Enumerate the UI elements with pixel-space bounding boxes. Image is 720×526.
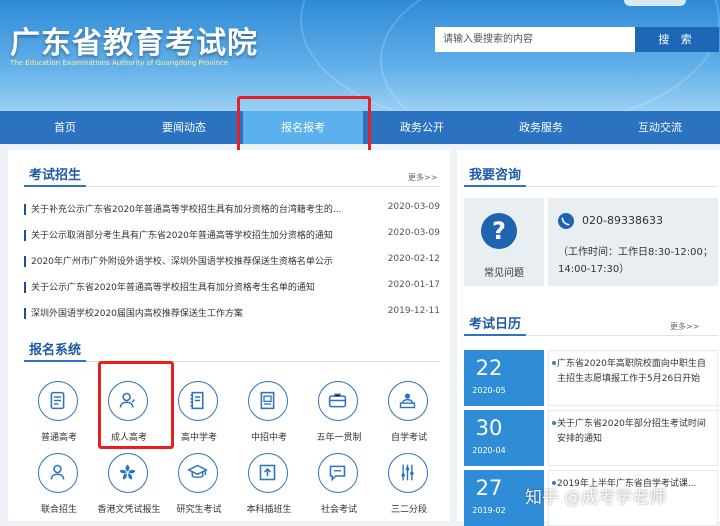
- nav-item-gov-services[interactable]: 政务服务: [481, 111, 601, 144]
- sys-item-three-two[interactable]: 三二分段: [379, 453, 439, 515]
- form-icon: [248, 381, 288, 421]
- site-logo-title[interactable]: 广东省教育考试院: [10, 18, 258, 62]
- sys-item-five-year[interactable]: 五年一贯制: [309, 381, 369, 443]
- phone-number: 020-89338633: [582, 214, 663, 227]
- document-icon: [38, 381, 78, 421]
- site-logo-subtitle: The Education Examinations Authority of …: [10, 59, 229, 67]
- reg-system-title: 报名系统: [29, 343, 82, 358]
- exam-recruit-more-link[interactable]: 更多>>: [408, 172, 437, 183]
- sys-item-postgrad[interactable]: 研究生考试: [169, 453, 229, 515]
- search-button[interactable]: 搜 索: [635, 27, 719, 52]
- sys-item-hkdse[interactable]: 香港文凭试报生: [97, 453, 161, 515]
- calendar-date: 30 2020-04: [464, 410, 544, 466]
- search-input[interactable]: [435, 27, 635, 52]
- calendar-title: 考试日历: [469, 317, 522, 332]
- section-rule: [24, 361, 440, 362]
- sliders-icon: [388, 453, 428, 493]
- header-decoration: [380, 0, 720, 111]
- sys-item-label: 中招中考: [250, 433, 287, 443]
- sys-item-social-exam[interactable]: 社会考试: [309, 453, 369, 515]
- work-hours: （工作时间：工作日8:30-12:00；14:00-17:30）: [558, 247, 713, 275]
- news-item[interactable]: 深圳外国语学校2020届国内高校推荐保送生工作方案 2019-12-11: [24, 303, 440, 323]
- section-underline: [464, 185, 526, 187]
- notebook-icon: [178, 381, 218, 421]
- nav-item-interaction[interactable]: 互动交流: [600, 111, 720, 144]
- sys-item-label: 本科插班生: [246, 505, 292, 515]
- question-icon: ?: [481, 213, 517, 249]
- sys-item-label: 香港文凭试报生: [97, 505, 161, 515]
- calendar-event[interactable]: 广东省2020年高职院校面向中职生自主招生志愿填报工作于5月26日开始: [548, 350, 718, 406]
- speech-bubble-icon: [318, 453, 358, 493]
- sys-item-self-study[interactable]: 自学考试: [379, 381, 439, 443]
- site-header: 广东省教育考试院 The Education Examinations Auth…: [0, 0, 720, 111]
- watermark: 知乎 @成考学老师: [525, 488, 667, 508]
- nav-item-gov-affairs[interactable]: 政务公开: [362, 111, 482, 144]
- briefcase-icon: [318, 381, 358, 421]
- sys-item-label: 研究生考试: [176, 505, 222, 515]
- sys-item-hs-exam[interactable]: 高中学考: [169, 381, 229, 443]
- news-item[interactable]: 2020年广州市广外附设外语学校、深圳外国语学校推荐保送生资格名单公示 2020-…: [24, 251, 440, 271]
- sys-item-zhongkao[interactable]: 中招中考: [239, 381, 299, 443]
- nav-item-news[interactable]: 要闻动态: [124, 111, 244, 144]
- faq-label: 常见问题: [484, 268, 524, 279]
- sys-item-label: 普通高考: [40, 433, 77, 443]
- calendar-more-link[interactable]: 更多>>: [670, 321, 699, 332]
- faq-button[interactable]: ? 常见问题: [464, 198, 544, 286]
- laptop-user-icon: [388, 381, 428, 421]
- phone-icon: [558, 213, 574, 229]
- highlight-box-adult-gaokao: [98, 361, 174, 449]
- sys-item-label: 自学考试: [390, 433, 427, 443]
- calendar-date: 22 2020-05: [464, 350, 544, 406]
- news-item[interactable]: 关于补充公示广东省2020年普通高等学校招生具有加分资格的台湾籍考生的... 20…: [24, 199, 440, 219]
- section-underline: [24, 360, 86, 362]
- consult-title: 我要咨询: [469, 168, 522, 183]
- exam-recruit-title: 考试招生: [29, 168, 82, 183]
- sys-item-label: 社会考试: [320, 505, 357, 515]
- upload-icon: [248, 453, 288, 493]
- people-icon: [38, 453, 78, 493]
- sys-item-transfer[interactable]: 本科插班生: [239, 453, 299, 515]
- section-underline: [464, 334, 526, 336]
- calendar-event[interactable]: 关于广东省2020年部分招生考试时间安排的通知: [548, 410, 718, 466]
- top-link-button[interactable]: [624, 0, 686, 6]
- section-underline: [24, 185, 86, 187]
- nav-item-home[interactable]: 首页: [5, 111, 125, 144]
- bauhinia-icon: [108, 453, 148, 493]
- contact-box: 020-89338633 （工作时间：工作日8:30-12:00；14:00-1…: [548, 198, 718, 286]
- sys-item-general-gaokao[interactable]: 普通高考: [29, 381, 89, 443]
- sys-item-joint-recruit[interactable]: 联合招生: [29, 453, 89, 515]
- graduation-cap-icon: [178, 453, 218, 493]
- sys-item-label: 五年一贯制: [316, 433, 362, 443]
- sys-item-label: 三二分段: [390, 505, 427, 515]
- news-item[interactable]: 关于公示广东省2020年普通高等学校招生具有加分资格考生名单的通知 2020-01…: [24, 277, 440, 297]
- sys-item-label: 联合招生: [40, 505, 77, 515]
- section-rule: [24, 186, 440, 187]
- news-item[interactable]: 关于公示取消部分考生具有广东省2020年普通高等学校招生加分资格的通知 2020-…: [24, 225, 440, 245]
